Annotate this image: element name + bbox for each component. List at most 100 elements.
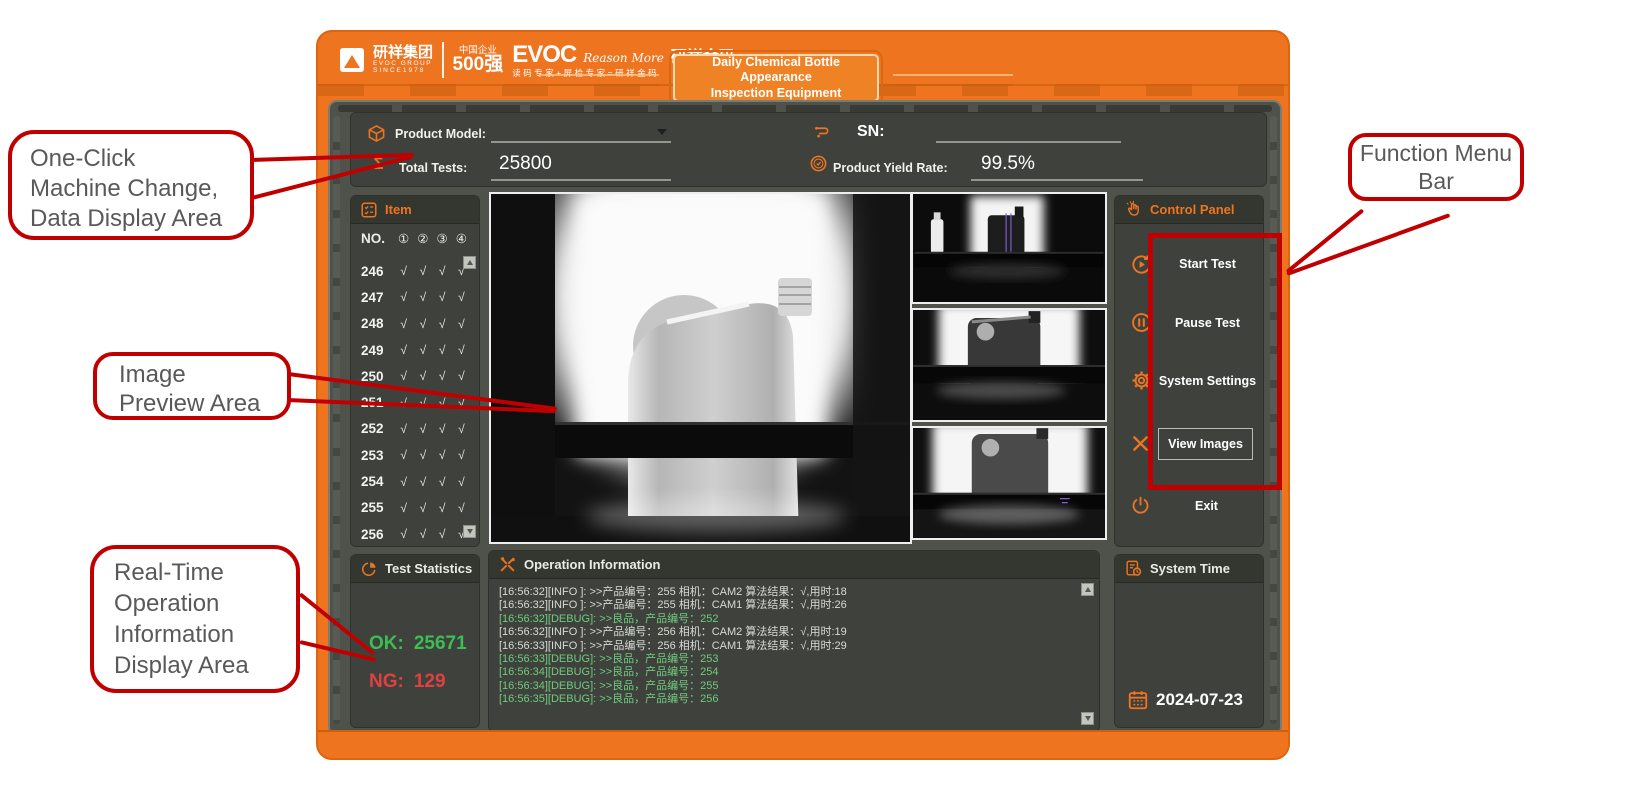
item-row[interactable]: 249√√√√ bbox=[351, 337, 479, 363]
item-check-mark: √ bbox=[433, 264, 452, 278]
log-line: [16:56:32][INFO ]: >>产品编号：256 相机：CAM2 算法… bbox=[499, 626, 1077, 639]
item-check-mark: √ bbox=[433, 422, 452, 436]
app-title-line1: Daily Chemical Bottle Appearance bbox=[675, 55, 877, 86]
calendar-icon bbox=[1127, 689, 1149, 711]
control-panel-header: Control Panel bbox=[1115, 196, 1263, 224]
item-check-mark: √ bbox=[433, 317, 452, 331]
evoc-wordmark: EVOC bbox=[512, 42, 576, 67]
product-model-icon bbox=[367, 124, 386, 143]
item-check-mark: √ bbox=[433, 369, 452, 383]
hand-click-icon bbox=[1124, 200, 1143, 219]
item-row-number: 249 bbox=[361, 343, 394, 358]
log-line: [16:56:34][DEBUG]: >>良品，产品编号：254 bbox=[499, 666, 1077, 679]
item-check-mark: √ bbox=[413, 475, 432, 489]
item-row[interactable]: 254√√√√ bbox=[351, 468, 479, 494]
annotation-text: Information bbox=[114, 619, 296, 650]
product-model-select[interactable] bbox=[491, 121, 671, 143]
item-row-number: 256 bbox=[361, 527, 394, 542]
item-panel: Item NO.①②③④ 246√√√√247√√√√248√√√√249√√√… bbox=[350, 195, 480, 547]
item-check-mark: √ bbox=[413, 264, 432, 278]
item-check-mark: √ bbox=[394, 369, 413, 383]
ng-value: 129 bbox=[414, 671, 446, 693]
item-row[interactable]: 248√√√√ bbox=[351, 311, 479, 337]
sn-input[interactable] bbox=[936, 119, 1121, 143]
item-check-mark: √ bbox=[413, 448, 432, 462]
log-line: [16:56:35][DEBUG]: >>良品，产品编号：256 bbox=[499, 693, 1077, 706]
log-line: [16:56:32][INFO ]: >>产品编号：255 相机：CAM2 算法… bbox=[499, 586, 1077, 599]
item-row[interactable]: 246√√√√ bbox=[351, 258, 479, 284]
item-check-mark: √ bbox=[394, 501, 413, 515]
scroll-up-icon[interactable] bbox=[463, 256, 476, 269]
product-model-label: Product Model: bbox=[395, 127, 486, 141]
preview-thumbnail-2[interactable] bbox=[911, 308, 1107, 422]
item-row[interactable]: 252√√√√ bbox=[351, 416, 479, 442]
preview-thumbnails bbox=[911, 192, 1107, 544]
yield-rate-icon bbox=[809, 154, 828, 173]
test-statistics-panel: Test Statistics OK: 25671 NG: 129 bbox=[350, 554, 480, 728]
chevron-down-icon[interactable] bbox=[657, 129, 667, 135]
item-column-header: ② bbox=[413, 231, 432, 246]
item-check-mark: √ bbox=[452, 501, 471, 515]
data-display-panel: Product Model: Σ Total Tests: 25800 SN: … bbox=[350, 112, 1267, 187]
item-check-mark: √ bbox=[394, 527, 413, 541]
annotation-text: Real-Time bbox=[114, 557, 296, 588]
total-tests-field bbox=[491, 155, 671, 181]
scroll-down-icon[interactable] bbox=[463, 525, 476, 538]
preview-thumbnail-1[interactable] bbox=[911, 192, 1107, 304]
item-check-mark: √ bbox=[433, 501, 452, 515]
time-panel-header: System Time bbox=[1115, 555, 1263, 583]
log-line: [16:56:32][INFO ]: >>产品编号：255 相机：CAM1 算法… bbox=[499, 599, 1077, 612]
item-check-mark: √ bbox=[452, 317, 471, 331]
tools-icon bbox=[498, 555, 517, 574]
item-check-mark: √ bbox=[433, 448, 452, 462]
item-column-header: ④ bbox=[452, 231, 471, 246]
control-button-exit[interactable]: Exit bbox=[1115, 495, 1263, 516]
system-date-value: 2024-07-23 bbox=[1156, 690, 1243, 710]
checklist-icon bbox=[360, 201, 378, 219]
item-check-mark: √ bbox=[394, 343, 413, 357]
scroll-down-icon[interactable] bbox=[1081, 712, 1094, 725]
item-row[interactable]: 255√√√√ bbox=[351, 495, 479, 521]
item-row-number: 252 bbox=[361, 421, 394, 436]
log-line: [16:56:32][DEBUG]: >>良品，产品编号：252 bbox=[499, 613, 1077, 626]
group-logo: 研祥集团 EVOC GROUP SINCE1978 bbox=[373, 45, 433, 74]
annotation-text: Function Menu bbox=[1360, 139, 1512, 167]
scroll-up-icon[interactable] bbox=[1081, 583, 1094, 596]
top500-logo: 中国企业 500强 bbox=[453, 46, 504, 75]
ok-stat: OK: 25671 bbox=[369, 633, 467, 655]
annotation-text: Preview Area bbox=[119, 389, 287, 418]
item-check-mark: √ bbox=[394, 422, 413, 436]
item-check-mark: √ bbox=[413, 501, 432, 515]
annotation-arrow bbox=[1286, 213, 1450, 276]
ng-stat: NG: 129 bbox=[369, 671, 446, 693]
item-check-mark: √ bbox=[413, 343, 432, 357]
annotation-image-preview-area: Image Preview Area bbox=[93, 352, 291, 420]
annotation-text: Data Display Area bbox=[30, 204, 250, 234]
item-row[interactable]: 253√√√√ bbox=[351, 442, 479, 468]
annotation-text: Image bbox=[119, 360, 287, 389]
item-row[interactable]: 256√√√√ bbox=[351, 521, 479, 544]
item-column-header: ③ bbox=[433, 231, 452, 246]
decorative-rail-left bbox=[333, 116, 340, 724]
annotation-text: Display Area bbox=[114, 650, 296, 681]
item-column-header: NO. bbox=[361, 231, 394, 246]
title-ornament-left bbox=[539, 74, 659, 86]
doc-clock-icon bbox=[1124, 559, 1143, 578]
item-row[interactable]: 247√√√√ bbox=[351, 284, 479, 310]
item-row-number: 254 bbox=[361, 474, 394, 489]
group-name: 研祥集团 bbox=[373, 45, 433, 61]
item-check-mark: √ bbox=[394, 290, 413, 304]
preview-thumbnail-3[interactable] bbox=[911, 426, 1107, 540]
item-row-number: 253 bbox=[361, 448, 394, 463]
log-line: [16:56:33][INFO ]: >>产品编号：256 相机：CAM1 算法… bbox=[499, 640, 1077, 653]
annotation-function-menu-bar: Function Menu Bar bbox=[1348, 133, 1524, 201]
pie-chart-icon bbox=[360, 560, 378, 578]
total-tests-label: Total Tests: bbox=[399, 161, 467, 175]
annotation-highlight-rect bbox=[1148, 233, 1282, 490]
log-viewport[interactable]: [16:56:32][INFO ]: >>产品编号：255 相机：CAM2 算法… bbox=[489, 578, 1077, 729]
item-table-header: NO.①②③④ bbox=[351, 224, 479, 249]
item-check-mark: √ bbox=[452, 369, 471, 383]
item-check-mark: √ bbox=[433, 343, 452, 357]
yield-rate-label: Product Yield Rate: bbox=[833, 161, 948, 175]
ok-value: 25671 bbox=[414, 633, 467, 655]
